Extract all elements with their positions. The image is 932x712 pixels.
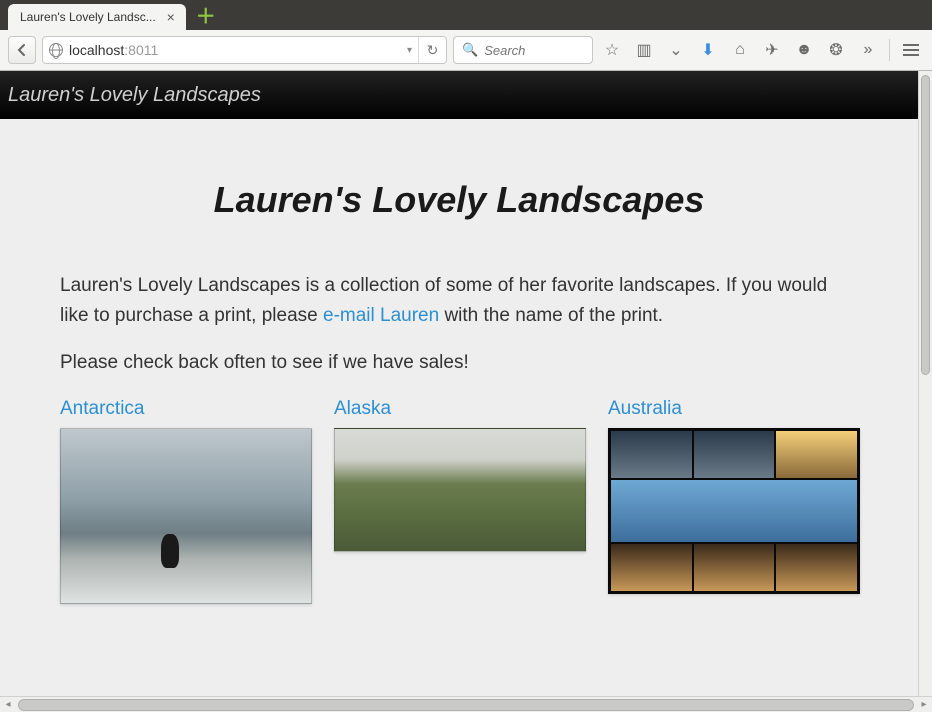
gallery-link[interactable]: Antarctica — [60, 398, 312, 420]
overflow-icon[interactable]: » — [855, 37, 881, 63]
brand-link[interactable]: Lauren's Lovely Landscapes — [8, 84, 261, 107]
dropdown-icon[interactable]: ▾ — [407, 45, 412, 56]
thumbnail-image[interactable] — [608, 428, 860, 594]
page-content: Lauren's Lovely Landscapes Lauren's Love… — [0, 119, 918, 644]
gallery-item-antarctica: Antarctica — [60, 398, 312, 604]
gallery-link[interactable]: Australia — [608, 398, 860, 420]
gallery-item-alaska: Alaska — [334, 398, 586, 604]
new-tab-button[interactable]: ＋ — [196, 7, 216, 27]
home-icon[interactable]: ⌂ — [727, 37, 753, 63]
menu-button[interactable] — [898, 37, 924, 63]
gallery-item-australia: Australia — [608, 398, 860, 604]
gallery-link[interactable]: Alaska — [334, 398, 586, 420]
tab-strip: Lauren's Lovely Landsc... × ＋ — [0, 0, 932, 30]
scrollbar-thumb[interactable] — [18, 699, 914, 711]
gallery: Antarctica Alaska Australia — [60, 398, 858, 604]
url-bar[interactable]: localhost:8011 ▾ ↻ — [42, 36, 447, 64]
reload-button[interactable]: ↻ — [418, 37, 446, 63]
email-link[interactable]: e-mail Lauren — [323, 305, 439, 326]
scroll-left-icon[interactable]: ◂ — [0, 698, 16, 712]
tab-title: Lauren's Lovely Landsc... — [20, 10, 156, 24]
bookmark-star-icon[interactable]: ☆ — [599, 37, 625, 63]
downloads-icon[interactable]: ⬇ — [695, 37, 721, 63]
scrollbar-thumb[interactable] — [921, 75, 930, 375]
viewport: Lauren's Lovely Landscapes Lauren's Love… — [0, 71, 918, 696]
browser-tab[interactable]: Lauren's Lovely Landsc... × — [8, 4, 186, 30]
scrollbar-track[interactable] — [16, 699, 916, 711]
search-icon: 🔍 — [462, 42, 478, 58]
divider — [889, 39, 890, 61]
intro-paragraph-2: Please check back often to see if we hav… — [60, 348, 858, 378]
thumbnail-image[interactable] — [60, 428, 312, 604]
vertical-scrollbar[interactable] — [918, 71, 932, 696]
globe-icon — [49, 43, 63, 57]
web-icon[interactable]: ❂ — [823, 37, 849, 63]
site-topbar: Lauren's Lovely Landscapes — [0, 71, 918, 119]
thumbnail-image[interactable] — [334, 428, 586, 552]
face-icon[interactable]: ☻ — [791, 37, 817, 63]
search-input[interactable] — [484, 43, 584, 58]
send-icon[interactable]: ✈ — [759, 37, 785, 63]
page-title: Lauren's Lovely Landscapes — [60, 179, 858, 221]
close-icon[interactable]: × — [164, 10, 178, 24]
intro-text-tail: with the name of the print. — [439, 305, 663, 326]
browser-chrome: Lauren's Lovely Landsc... × ＋ localhost:… — [0, 0, 932, 71]
hamburger-icon — [903, 44, 919, 56]
back-button[interactable] — [8, 36, 36, 64]
search-bar[interactable]: 🔍 — [453, 36, 593, 64]
horizontal-scrollbar[interactable]: ◂ ▸ — [0, 696, 932, 712]
pocket-icon[interactable]: ⌄ — [663, 37, 689, 63]
url-text: localhost:8011 — [69, 42, 158, 58]
toolbar: localhost:8011 ▾ ↻ 🔍 ☆ ▥ ⌄ ⬇ ⌂ ✈ ☻ ❂ » — [0, 30, 932, 71]
intro-paragraph-1: Lauren's Lovely Landscapes is a collecti… — [60, 271, 858, 332]
scroll-right-icon[interactable]: ▸ — [916, 698, 932, 712]
viewport-wrap: Lauren's Lovely Landscapes Lauren's Love… — [0, 71, 932, 712]
library-icon[interactable]: ▥ — [631, 37, 657, 63]
